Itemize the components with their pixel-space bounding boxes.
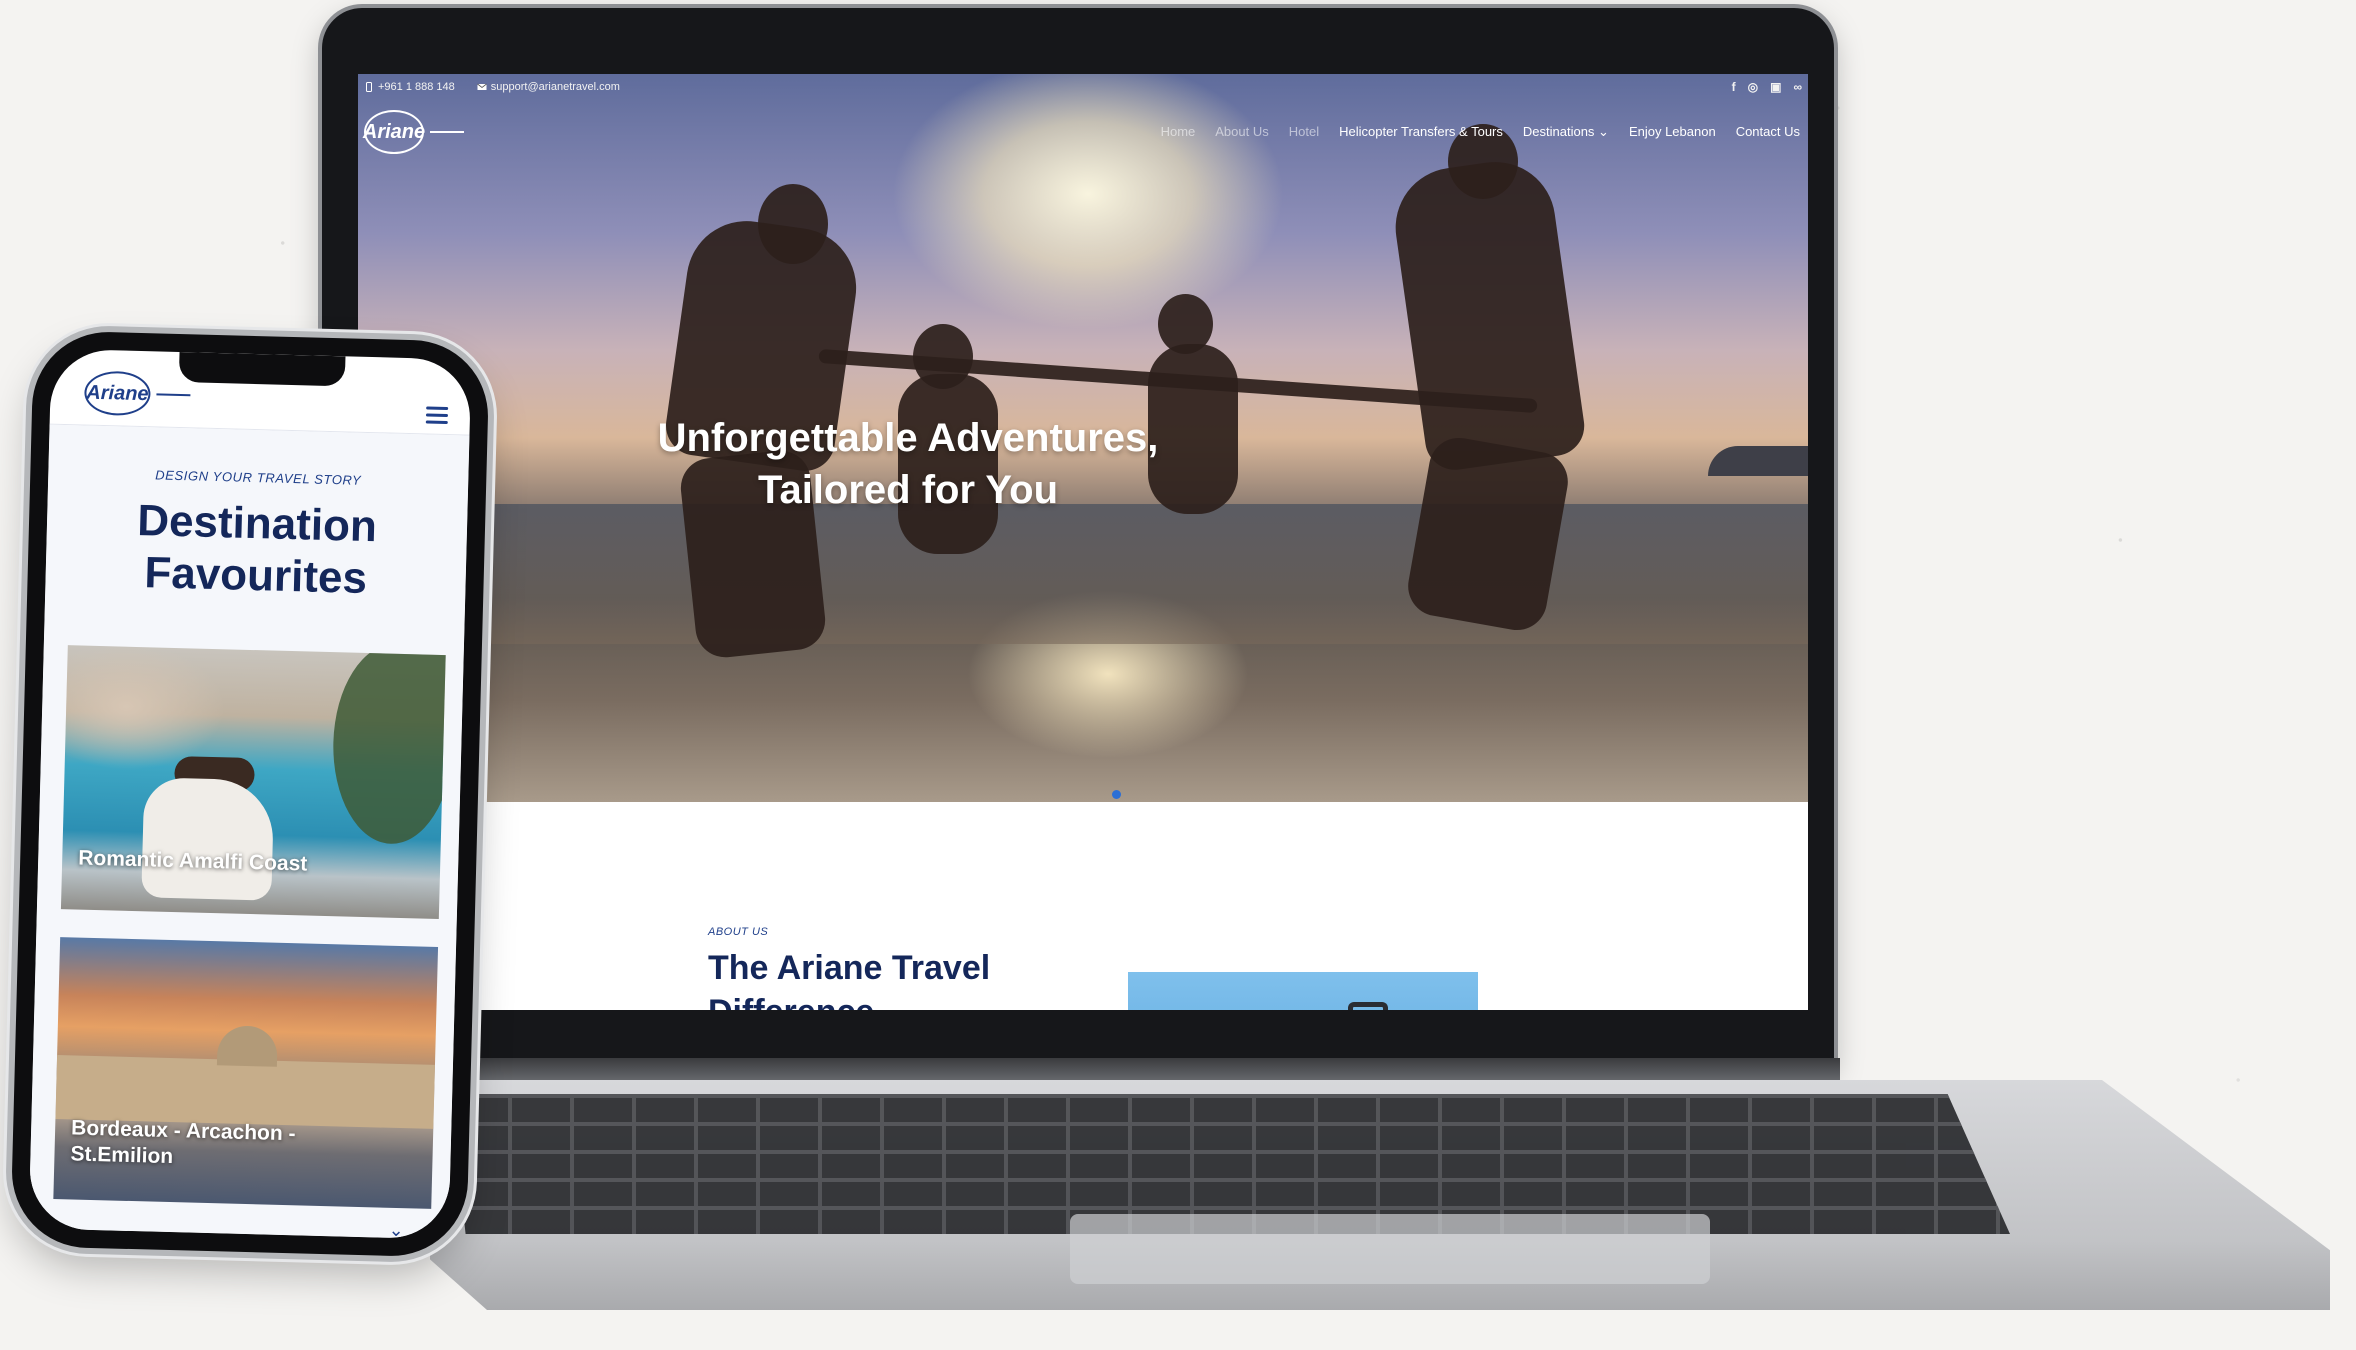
tripadvisor-icon[interactable]: ∞ [1793, 80, 1802, 94]
card-label: Romantic Amalfi Coast [77, 846, 308, 876]
hero-title-line1: Unforgettable Adventures, [657, 416, 1159, 460]
about-title: The Ariane Travel Difference [708, 946, 1068, 1010]
nav-hotel[interactable]: Hotel [1289, 124, 1319, 140]
facebook-icon[interactable]: f [1732, 80, 1736, 94]
phone-logo[interactable]: Ariane [83, 370, 191, 418]
nav-enjoy-lebanon[interactable]: Enjoy Lebanon [1629, 124, 1716, 140]
keyboard-rows [450, 1094, 2010, 1234]
section-kicker: DESIGN YOUR TRAVEL STORY [155, 467, 362, 488]
about-image [1128, 972, 1478, 1010]
chevron-down-icon[interactable]: ⌄ [388, 1220, 404, 1240]
nav-helicopter[interactable]: Helicopter Transfers & Tours [1339, 124, 1503, 140]
section-title: Destination Favourites [45, 493, 468, 608]
nav-menu: Home About Us Hotel Helicopter Transfers… [1161, 124, 1802, 140]
logo-text: Ariane [363, 110, 425, 154]
hamburger-menu-icon[interactable] [425, 406, 449, 425]
phone-contact[interactable]: +961 1 888 148 [364, 81, 455, 93]
email-address: support@arianetravel.com [490, 81, 620, 93]
about-title-line2: Difference [708, 990, 1068, 1010]
envelope-icon [477, 83, 487, 90]
card-couple [141, 777, 275, 901]
suitcase-handle [1348, 1002, 1388, 1010]
about-kicker: ABOUT US [708, 926, 769, 938]
hero-title-line2: Tailored for You [757, 468, 1059, 512]
social-links: f ◎ ▣ ∞ [1732, 80, 1802, 94]
nav-about-us[interactable]: About Us [1215, 124, 1268, 140]
card-tree [330, 645, 446, 846]
nav-home[interactable]: Home [1161, 124, 1196, 140]
phone-logo-text: Ariane [83, 370, 152, 417]
hero-sea [358, 504, 1808, 644]
linkedin-icon[interactable]: ▣ [1770, 80, 1781, 94]
hero-title: Unforgettable Adventures, Tailored for Y… [358, 412, 1458, 516]
phone-notch [178, 352, 346, 387]
destination-card-amalfi[interactable]: Romantic Amalfi Coast [60, 645, 446, 919]
nav-destinations[interactable]: Destinations ⌄ [1523, 124, 1609, 140]
slider-dot[interactable] [1112, 790, 1121, 799]
instagram-icon[interactable]: ◎ [1748, 80, 1758, 94]
destination-card-bordeaux[interactable]: Bordeaux - Arcachon - St.Emilion [53, 937, 439, 1209]
nav-contact-us[interactable]: Contact Us [1736, 124, 1800, 140]
phone-number: +961 1 888 148 [378, 81, 455, 93]
email-contact[interactable]: support@arianetravel.com [477, 81, 620, 93]
destination-section: DESIGN YOUR TRAVEL STORY Destination Fav… [28, 424, 470, 1240]
about-section: ABOUT US The Ariane Travel Difference [358, 802, 1808, 1010]
site-logo[interactable]: Ariane [363, 110, 464, 154]
hero-island [1708, 446, 1808, 476]
plane-icon [156, 393, 191, 397]
card-label: Bordeaux - Arcachon - St.Emilion [70, 1115, 296, 1173]
main-navbar: Ariane Home About Us Hotel Helicopter Tr… [358, 102, 1808, 162]
plane-icon [430, 131, 464, 133]
top-contact-bar: +961 1 888 148 support@arianetravel.com … [358, 74, 1808, 100]
laptop-trackpad [1070, 1214, 1710, 1284]
section-title-line2: Favourites [143, 548, 368, 603]
phone-screen: Ariane DESIGN YOUR TRAVEL STORY Destinat… [28, 348, 472, 1240]
laptop-screen: +961 1 888 148 support@arianetravel.com … [358, 74, 1808, 1010]
phone-device: Ariane DESIGN YOUR TRAVEL STORY Destinat… [10, 330, 490, 1258]
about-title-line1: The Ariane Travel [708, 949, 991, 987]
phone-icon [366, 82, 372, 92]
